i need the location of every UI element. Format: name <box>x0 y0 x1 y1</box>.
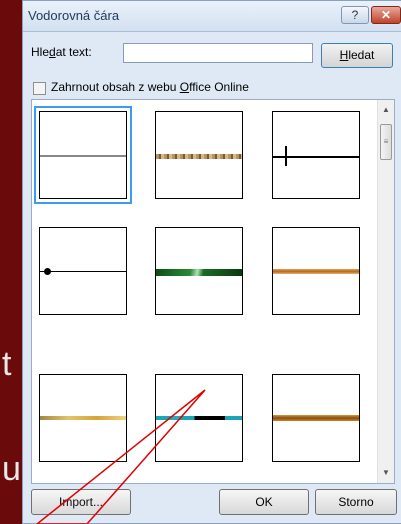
orange-bronze-line-swatch <box>273 269 359 274</box>
office-online-checkbox-label[interactable]: Zahrnout obsah z webu Office Online <box>51 80 249 94</box>
title-bar: Vodorovná čára ? ✕ <box>23 1 401 32</box>
gallery-item-thin-gray-line[interactable] <box>39 111 127 199</box>
gallery-item-brown-speckle-line[interactable] <box>155 111 243 199</box>
gallery-item-teal-black-line[interactable] <box>155 374 243 462</box>
gallery-item-orange-bronze-line[interactable] <box>272 227 360 315</box>
brown-speckle-line-swatch <box>156 154 242 159</box>
gallery-scrollbar[interactable]: ▲ ≡ ▼ <box>377 100 394 483</box>
cancel-button[interactable]: Storno <box>315 489 397 515</box>
green-marble-line-swatch <box>156 269 242 276</box>
scroll-down-icon[interactable]: ▼ <box>378 465 394 481</box>
background-text-t: t <box>2 345 12 383</box>
gallery-item-gold-line[interactable] <box>39 374 127 462</box>
dialog-title: Vodorovná čára <box>28 8 120 23</box>
line-gallery: ▲ ≡ ▼ <box>31 99 395 484</box>
gallery-item-brown-bronze-line[interactable] <box>272 374 360 462</box>
thin-gray-line-swatch <box>40 155 126 157</box>
gallery-item-black-line-with-cross[interactable] <box>272 111 360 199</box>
close-icon: ✕ <box>380 8 392 22</box>
import-button[interactable]: Import... <box>31 489 131 515</box>
search-label: Hledat text: <box>31 45 92 59</box>
office-online-checkbox[interactable] <box>33 82 46 95</box>
close-button[interactable]: ✕ <box>371 6 401 24</box>
black-line-with-dot-swatch <box>40 271 126 272</box>
teal-black-line-swatch <box>156 416 242 420</box>
dot-marker-icon <box>44 268 51 275</box>
search-button[interactable]: Hledat <box>321 43 393 68</box>
gold-line-swatch <box>40 416 126 420</box>
search-input[interactable] <box>123 43 313 63</box>
brown-bronze-line-swatch <box>273 415 359 421</box>
scroll-up-icon[interactable]: ▲ <box>378 102 394 118</box>
cross-marker-icon <box>285 146 287 166</box>
help-button[interactable]: ? <box>341 6 369 24</box>
ok-button[interactable]: OK <box>219 489 309 515</box>
scroll-thumb[interactable]: ≡ <box>380 124 392 160</box>
horizontal-line-dialog: Vodorovná čára ? ✕ Hledat text: Hledat Z… <box>22 0 401 524</box>
background-text-u: u <box>2 450 21 488</box>
gallery-item-black-line-with-dot[interactable] <box>39 227 127 315</box>
help-icon: ? <box>351 8 359 22</box>
gallery-item-green-marble-line[interactable] <box>155 227 243 315</box>
